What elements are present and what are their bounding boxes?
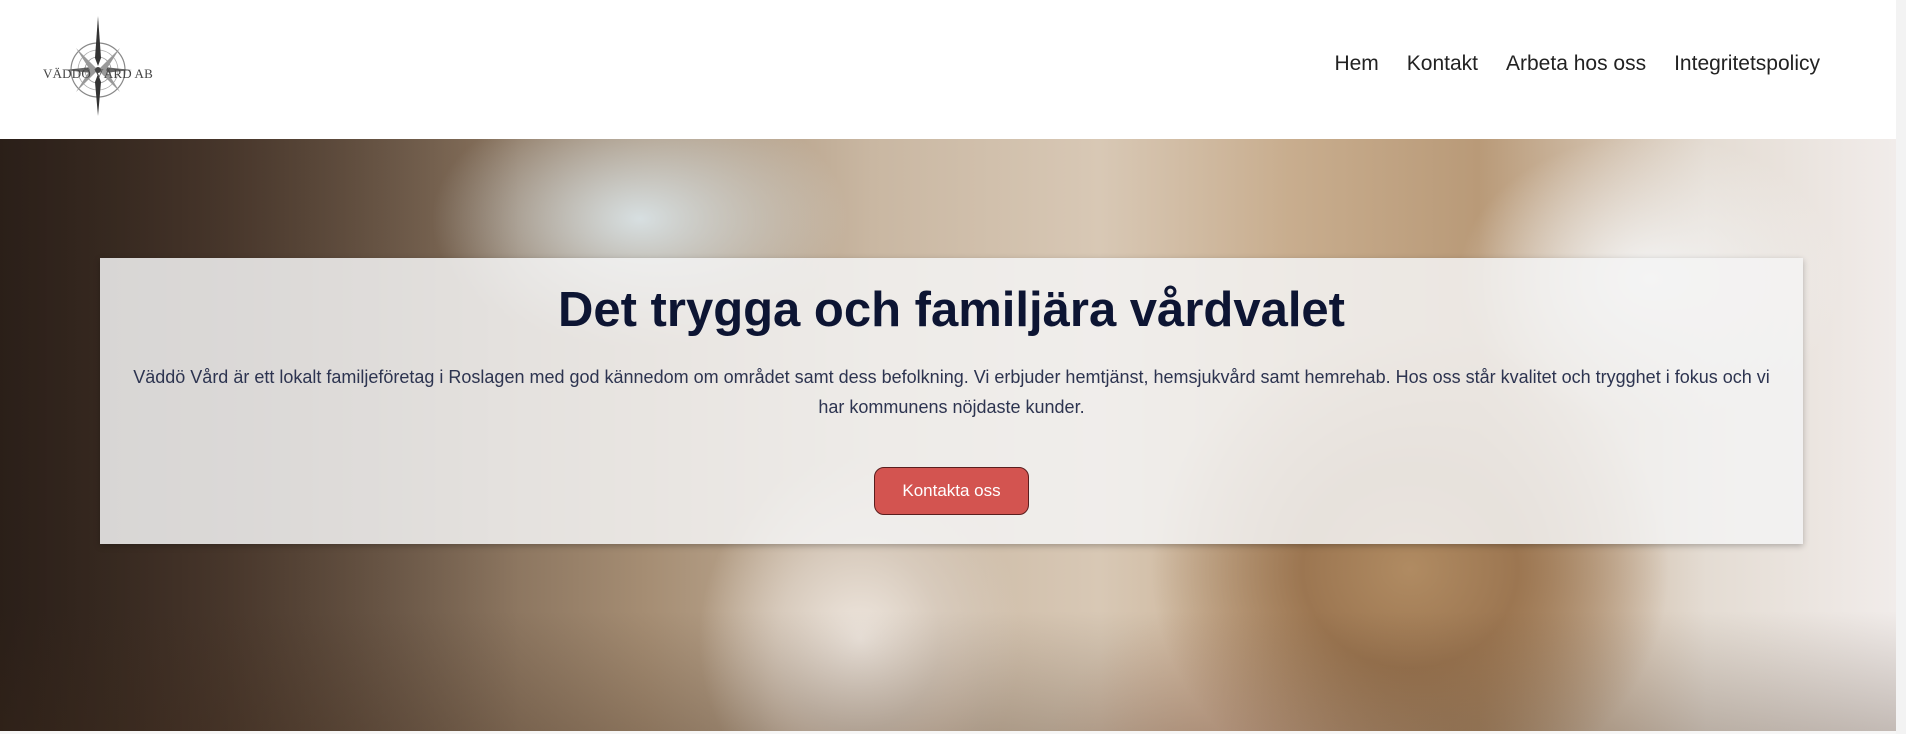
main-nav: Hem Kontakt Arbeta hos oss Integritetspo… <box>1334 52 1820 76</box>
logo[interactable]: VÄDDÖ VÅRD AB <box>38 14 158 118</box>
nav-item-integritetspolicy[interactable]: Integritetspolicy <box>1674 52 1820 76</box>
page: VÄDDÖ VÅRD AB Hem Kontakt Arbeta hos oss… <box>0 0 1906 734</box>
hero-background-shade <box>0 611 1896 731</box>
scrollbar[interactable] <box>1896 0 1906 734</box>
contact-us-button[interactable]: Kontakta oss <box>874 467 1029 515</box>
nav-item-kontakt[interactable]: Kontakt <box>1407 52 1478 76</box>
hero-card: Det trygga och familjära vårdvalet Väddö… <box>100 258 1803 544</box>
hero-title: Det trygga och familjära vårdvalet <box>557 283 1345 337</box>
nav-item-arbeta-hos-oss[interactable]: Arbeta hos oss <box>1506 52 1646 76</box>
site-header: VÄDDÖ VÅRD AB Hem Kontakt Arbeta hos oss… <box>0 0 1906 139</box>
hero-description: Väddö Vård är ett lokalt familjeföretag … <box>133 367 1770 417</box>
nav-item-hem[interactable]: Hem <box>1334 52 1378 76</box>
logo-text: VÄDDÖ VÅRD AB <box>43 66 153 81</box>
